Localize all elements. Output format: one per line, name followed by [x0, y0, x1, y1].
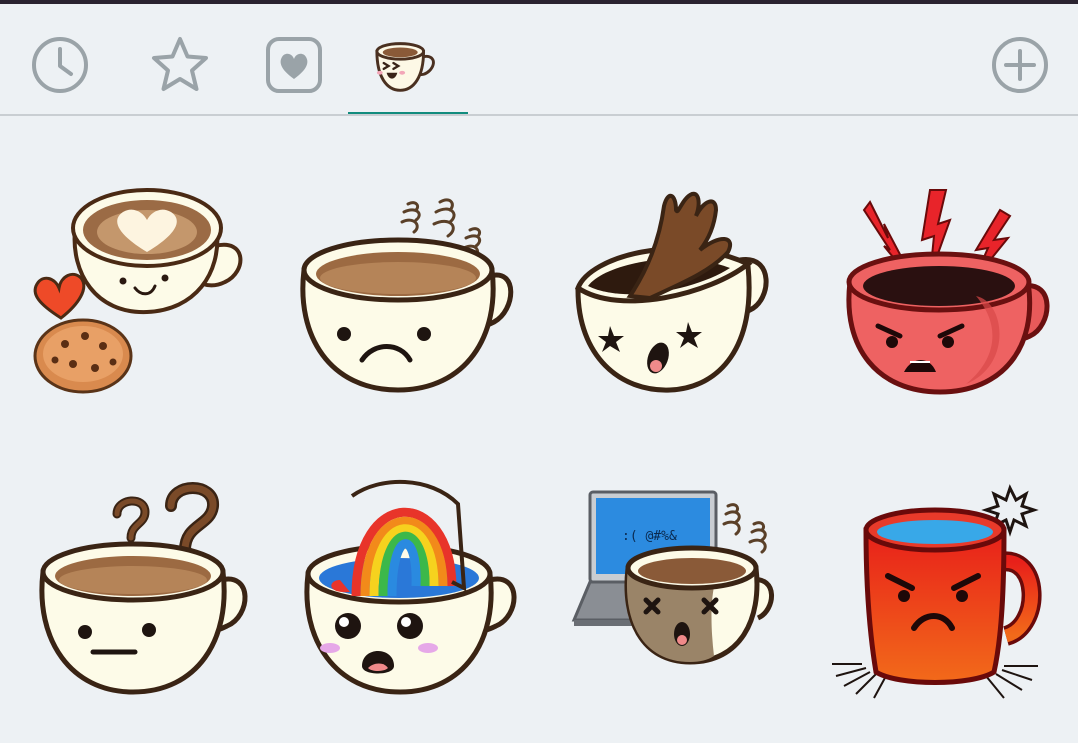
angry-red-cup-with-lightning [846, 189, 1050, 395]
sticker-sad-steaming-cup[interactable] [290, 176, 520, 406]
heart-icon [266, 37, 322, 93]
plus-circle-icon [992, 37, 1048, 93]
cup-with-question-marks [39, 482, 248, 695]
sticker-grid: :( @#%& [0, 116, 1078, 743]
cup-with-rainbow-surprised [304, 479, 517, 695]
sticker-angry-red-lightning[interactable] [826, 176, 1056, 406]
clock-icon [32, 37, 88, 93]
coffee-cup-sticker-pack-icon [375, 42, 435, 92]
latte-art-cup-with-cookie-and-heart [33, 188, 243, 394]
furious-red-mug-burning [832, 484, 1042, 699]
tab-favorites[interactable] [145, 30, 215, 100]
sticker-furious-red-mug[interactable] [826, 476, 1056, 706]
sticker-spilling-cup-dizzy[interactable] [560, 176, 790, 406]
add-sticker-pack-button[interactable] [985, 30, 1055, 100]
sticker-tab-bar [0, 4, 1078, 118]
tab-recent[interactable] [25, 30, 95, 100]
star-icon [152, 37, 208, 91]
tab-coffee-pack[interactable] [373, 30, 443, 100]
sticker-latte-heart-cookie[interactable] [25, 176, 255, 406]
laptop-with-dazed-cup: :( @#%& [571, 490, 774, 665]
sticker-rainbow-surprised-cup[interactable] [290, 476, 520, 706]
cup-spilling-dizzy-eyes [574, 191, 769, 393]
tab-loved[interactable] [259, 30, 329, 100]
sad-cup-with-steam [300, 198, 514, 393]
sticker-laptop-broken-cup[interactable]: :( @#%& [560, 476, 790, 706]
laptop-screen-text: :( @#%& [622, 529, 677, 544]
sticker-confused-question-cup[interactable] [25, 476, 255, 706]
